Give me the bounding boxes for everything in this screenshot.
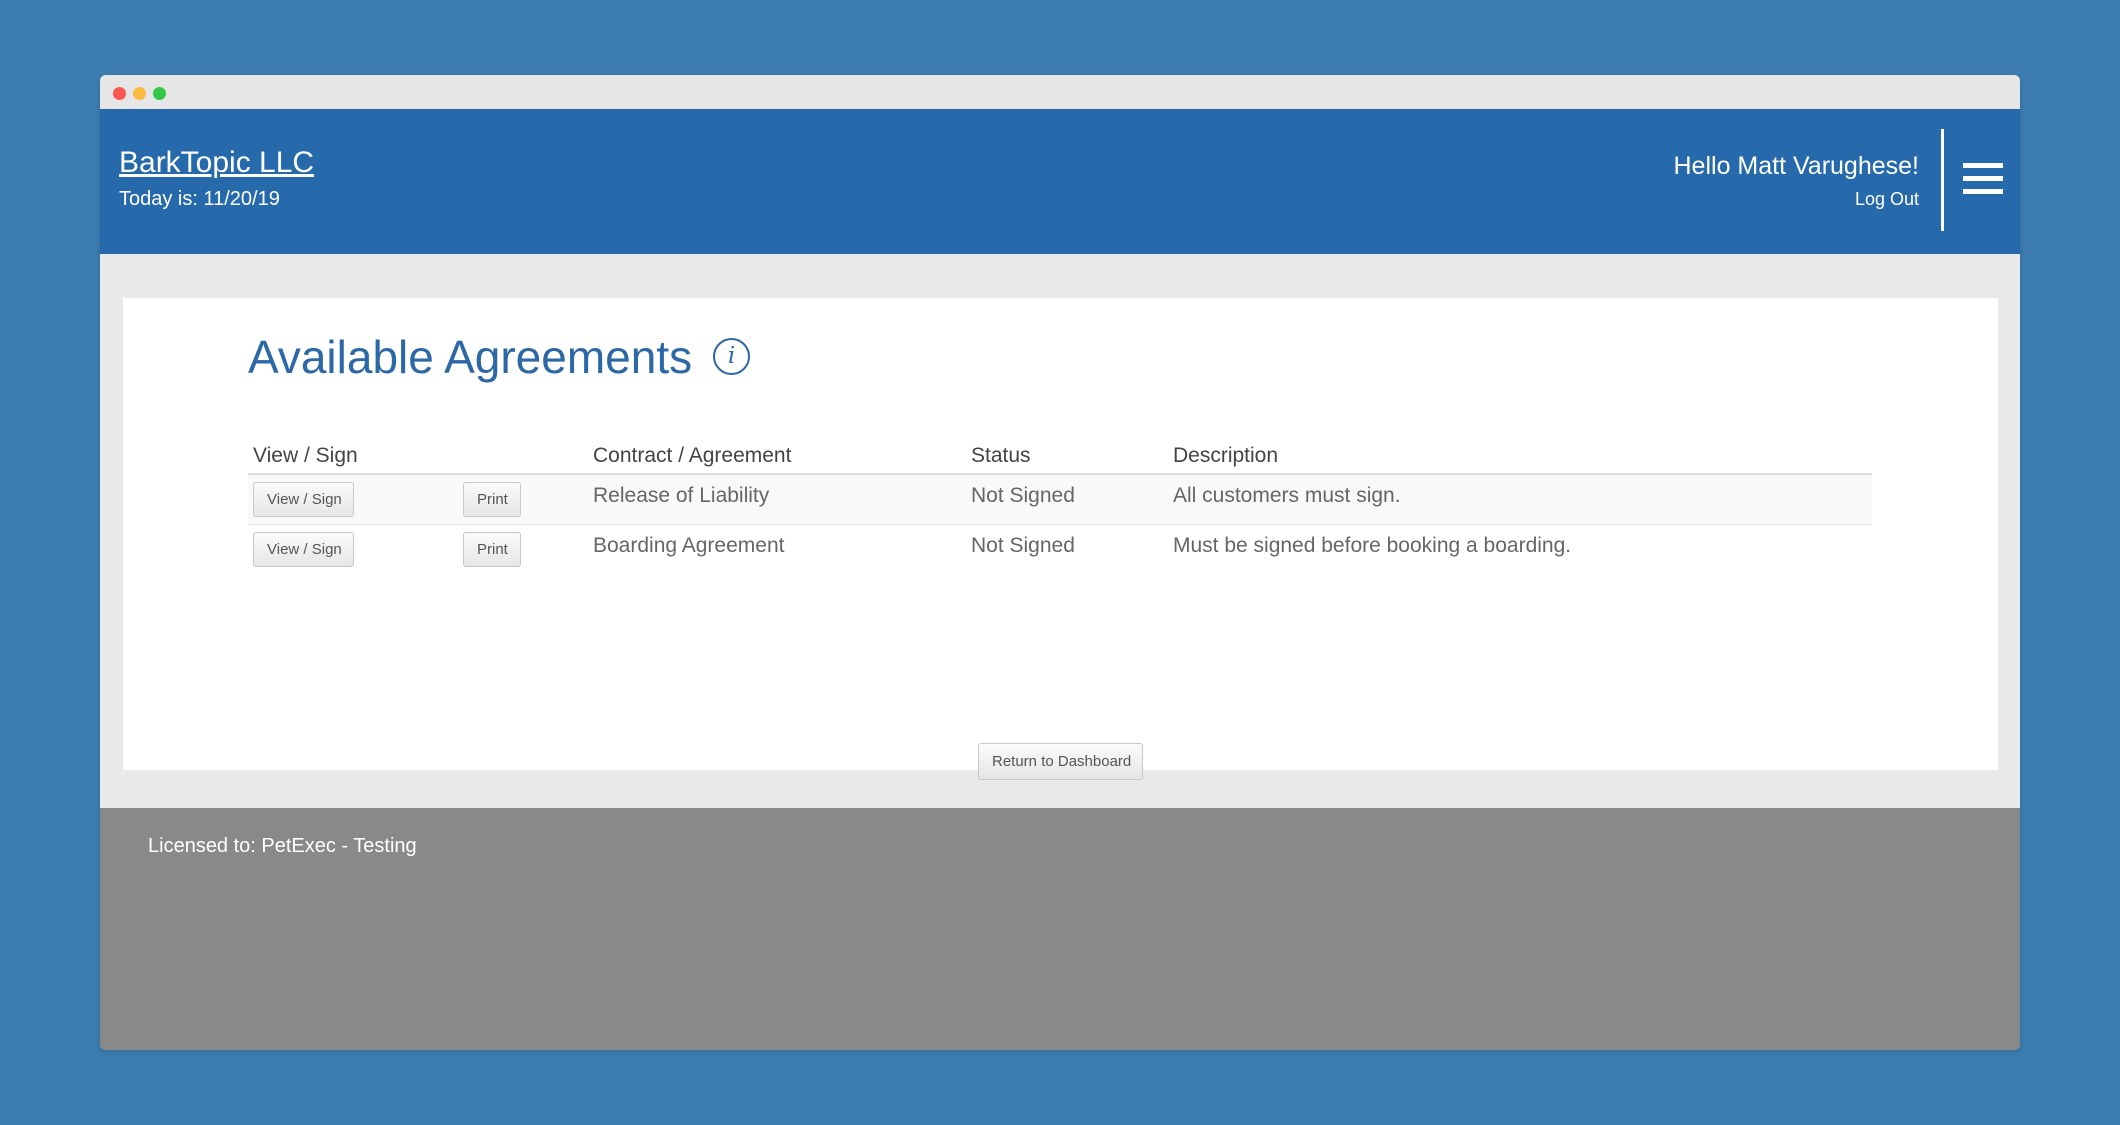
description-text: All customers must sign. <box>1173 484 1401 507</box>
agreements-card: Available Agreements i View / Sign Contr… <box>123 298 1998 780</box>
page-title: Available Agreements <box>248 331 693 383</box>
table-header: View / Sign Contract / Agreement Status … <box>248 438 1872 475</box>
header-contract: Contract / Agreement <box>593 444 792 467</box>
browser-window: BarkTopic LLC Today is: 11/20/19 Hello M… <box>100 75 2020 1050</box>
maximize-window-icon[interactable] <box>153 87 166 100</box>
contract-name: Boarding Agreement <box>593 534 785 557</box>
hamburger-bar <box>1963 189 2003 194</box>
agreements-table: View / Sign Contract / Agreement Status … <box>248 438 1872 575</box>
view-sign-button[interactable]: View / Sign <box>253 482 354 517</box>
app-header: BarkTopic LLC Today is: 11/20/19 Hello M… <box>100 109 2020 254</box>
print-button[interactable]: Print <box>463 532 521 567</box>
description-text: Must be signed before booking a boarding… <box>1173 534 1572 557</box>
header-status: Status <box>971 444 1031 467</box>
hamburger-bar <box>1963 176 2003 181</box>
header-view-sign: View / Sign <box>253 444 358 467</box>
table-row: View / Sign Print Release of Liability N… <box>248 475 1872 525</box>
contract-name: Release of Liability <box>593 484 770 507</box>
hamburger-bar <box>1963 163 2003 168</box>
brand-link[interactable]: BarkTopic LLC <box>119 146 314 180</box>
logout-link[interactable]: Log Out <box>1855 189 1919 210</box>
status-text: Not Signed <box>971 484 1075 507</box>
info-icon[interactable]: i <box>713 338 750 375</box>
header-divider <box>1941 129 1944 231</box>
print-button[interactable]: Print <box>463 482 521 517</box>
minimize-window-icon[interactable] <box>133 87 146 100</box>
status-text: Not Signed <box>971 534 1075 557</box>
hamburger-menu-icon[interactable] <box>1963 163 2003 195</box>
user-greeting: Hello Matt Varughese! <box>1673 152 1920 180</box>
view-sign-button[interactable]: View / Sign <box>253 532 354 567</box>
table-row: View / Sign Print Boarding Agreement Not… <box>248 525 1872 575</box>
today-date: Today is: 11/20/19 <box>119 188 280 210</box>
header-description: Description <box>1173 444 1279 467</box>
return-to-dashboard-button[interactable]: Return to Dashboard <box>978 743 1143 780</box>
close-window-icon[interactable] <box>113 87 126 100</box>
app-footer: Licensed to: PetExec - Testing <box>100 808 2020 1050</box>
window-titlebar <box>100 75 2020 109</box>
license-text: Licensed to: PetExec - Testing <box>148 835 417 857</box>
